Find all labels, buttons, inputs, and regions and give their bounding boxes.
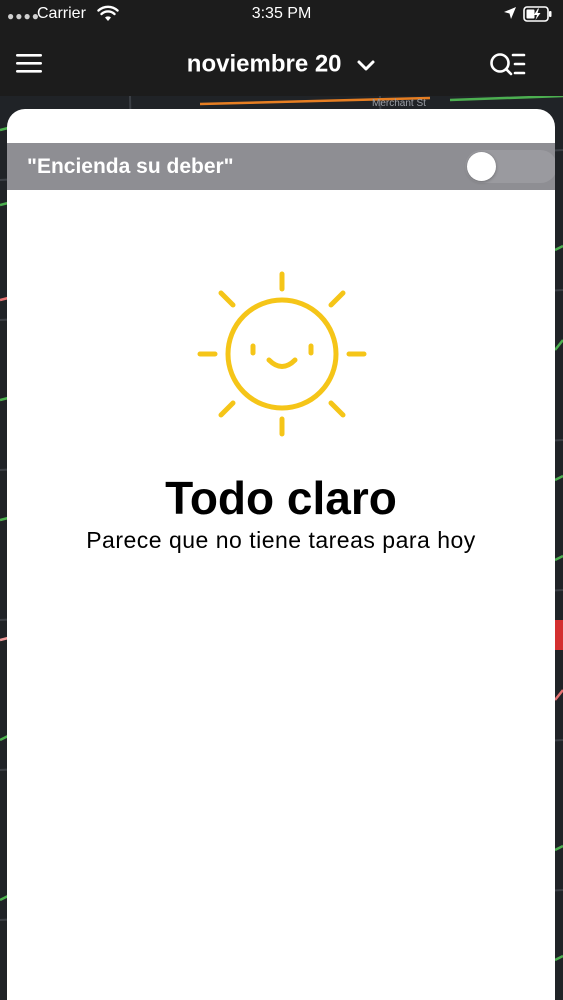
status-bar: ●●●● Carrier 3:35 PM: [0, 0, 563, 30]
nav-bar: noviembre 20: [0, 30, 563, 96]
status-time: 3:35 PM: [251, 5, 312, 22]
app-screen: Merchant St ●●●● Carrier 3:35 PM noviemb…: [0, 0, 563, 1000]
location-arrow-icon: [504, 7, 516, 19]
map-street-label: Merchant St: [372, 98, 426, 109]
duty-label: "Encienda su deber": [27, 155, 234, 178]
empty-state-title: Todo claro: [165, 472, 397, 524]
battery-charging-icon: [523, 6, 552, 22]
search-list-button[interactable]: [488, 50, 528, 80]
search-list-icon: [490, 53, 526, 76]
duty-bar: "Encienda su deber": [7, 143, 555, 190]
empty-state-subtitle: Parece que no tiene tareas para hoy: [86, 527, 476, 553]
smiling-sun-icon: [197, 271, 367, 437]
duty-toggle-knob: [467, 152, 496, 181]
date-picker-button[interactable]: noviembre 20: [0, 50, 563, 79]
date-title: noviembre 20: [186, 50, 342, 78]
duty-toggle[interactable]: [465, 150, 555, 183]
chevron-down-icon: [357, 60, 375, 71]
tasks-card: "Encienda su deber" Todo claro Parece qu…: [7, 109, 555, 1000]
